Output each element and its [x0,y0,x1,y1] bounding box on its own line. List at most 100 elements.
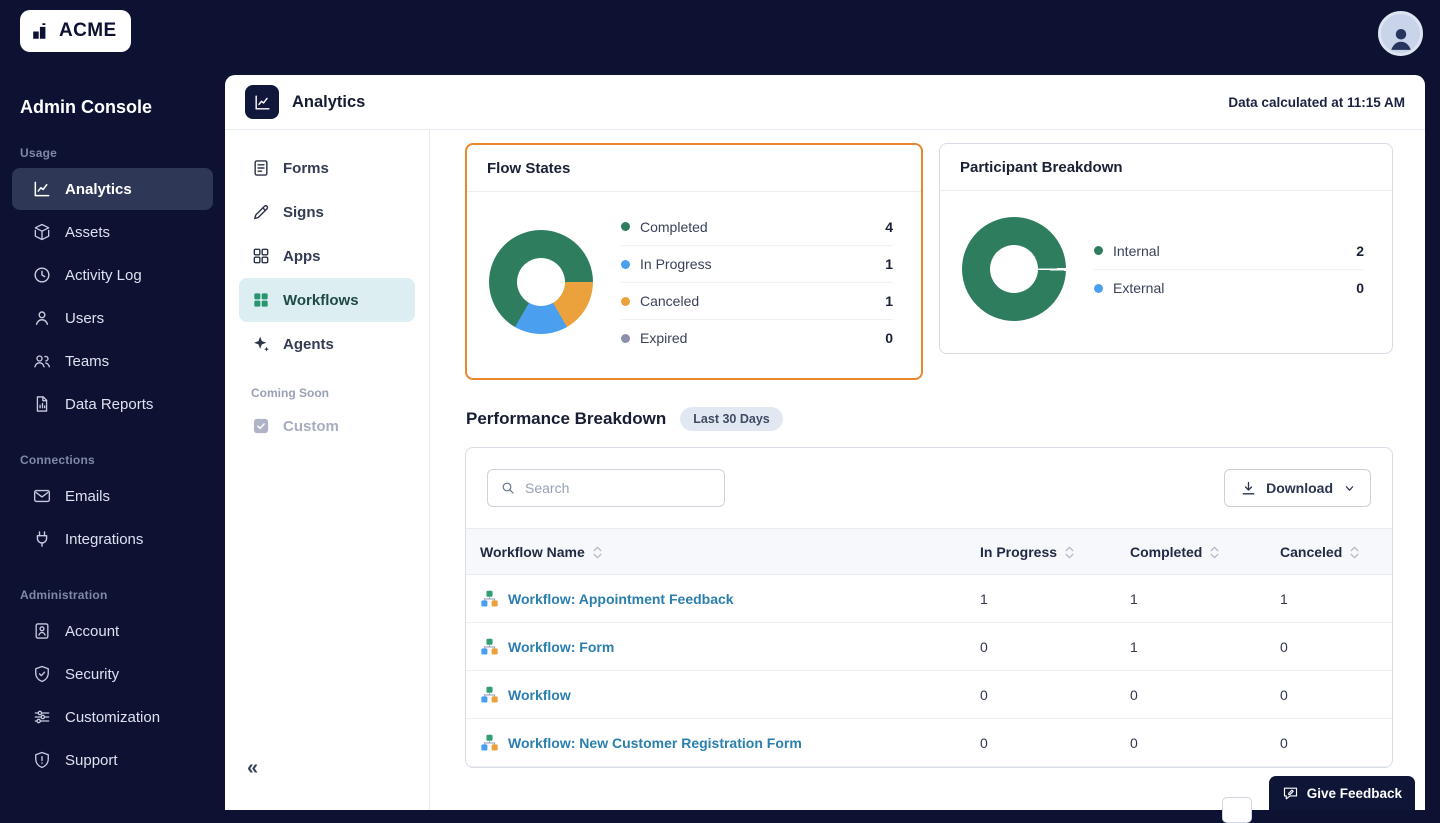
sort-icon[interactable] [1208,545,1221,560]
sidebar-item-security[interactable]: Security [12,653,213,695]
flow-states-donut-chart [489,230,593,334]
workflow-link[interactable]: Workflow: New Customer Registration Form [508,735,802,751]
cell-canceled: 1 [1280,575,1392,623]
download-button[interactable]: Download [1224,469,1371,507]
legend-value: 2 [1356,243,1364,259]
workflow-icon [480,733,499,752]
sidebar-item-label: Activity Log [65,267,142,284]
sidebar-item-data-reports[interactable]: Data Reports [12,383,213,425]
sort-icon[interactable] [1348,545,1361,560]
column-label: Workflow Name [480,544,585,560]
legend-row-completed: Completed 4 [621,208,893,245]
sidebar-item-label: Account [65,623,119,640]
subnav-item-workflows[interactable]: Workflows [239,278,415,322]
workflow-icon [480,589,499,608]
integrations-icon [32,529,52,549]
analytics-icon [32,179,52,199]
subnav-item-label: Forms [283,160,329,177]
emails-icon [32,486,52,506]
legend-row-expired: Expired 0 [621,319,893,356]
col-canceled[interactable]: Canceled [1280,529,1392,575]
search-input[interactable] [525,480,712,496]
cell-completed: 1 [1130,623,1280,671]
table-header-row: Workflow Name In Progress Completed Canc… [466,529,1392,575]
sort-icon[interactable] [1063,545,1076,560]
data-reports-icon [32,394,52,414]
legend-label: Completed [640,219,708,235]
sidebar-item-teams[interactable]: Teams [12,340,213,382]
users-icon [32,308,52,328]
workflow-icon [480,637,499,656]
table-row: Workflow: Form 0 1 0 [466,623,1392,671]
flow-states-card: Flow States Completed 4 In Progress [465,143,923,380]
sort-icon[interactable] [591,545,604,560]
flow-states-title: Flow States [467,145,921,192]
table-row: Workflow: Appointment Feedback 1 1 1 [466,575,1392,623]
acme-logo[interactable]: ACME [20,10,131,52]
panel-header: Analytics Data calculated at 11:15 AM [225,75,1425,130]
sidebar-item-users[interactable]: Users [12,297,213,339]
sidebar-item-assets[interactable]: Assets [12,211,213,253]
subnav-item-forms[interactable]: Forms [239,146,415,190]
sidebar-item-label: Support [65,752,118,769]
content-area: Flow States Completed 4 In Progress [430,130,1425,810]
custom-icon [251,416,271,436]
cell-completed: 1 [1130,575,1280,623]
participant-donut-chart [962,217,1066,321]
sidebar-item-label: Analytics [65,181,132,198]
col-workflow-name[interactable]: Workflow Name [466,529,980,575]
col-in-progress[interactable]: In Progress [980,529,1130,575]
legend-dot-completed [621,222,630,231]
subnav-item-label: Signs [283,204,324,221]
page-title: Analytics [292,93,365,112]
give-feedback-button[interactable]: Give Feedback [1267,774,1417,810]
sidebar-item-label: Teams [65,353,109,370]
legend-value: 0 [885,330,893,346]
search-box[interactable] [487,469,725,507]
sidebar-item-activity-log[interactable]: Activity Log [12,254,213,296]
subnav-item-signs[interactable]: Signs [239,190,415,234]
legend-value: 1 [885,256,893,272]
account-icon [32,621,52,641]
subnav-item-label: Workflows [283,292,359,309]
sidebar-item-customization[interactable]: Customization [12,696,213,738]
search-icon [500,480,516,496]
legend-dot-expired [621,334,630,343]
apps-icon [251,246,271,266]
sidebar-item-integrations[interactable]: Integrations [12,518,213,560]
download-label: Download [1266,480,1333,496]
subnav-item-apps[interactable]: Apps [239,234,415,278]
subnav-item-agents[interactable]: Agents [239,322,415,366]
legend-row-in-progress: In Progress 1 [621,245,893,282]
participant-breakdown-card: Participant Breakdown Internal 2 Ext [939,143,1393,354]
legend-row-internal: Internal 2 [1094,232,1364,269]
signs-icon [251,202,271,222]
workflow-link[interactable]: Workflow: Form [508,639,614,655]
table-row: Workflow: New Customer Registration Form… [466,719,1392,767]
sidebar-item-support[interactable]: Support [12,739,213,781]
acme-logo-icon [30,20,52,42]
section-label-connections: Connections [20,453,225,467]
subnav-item-custom: Custom [239,404,415,448]
sidebar-item-emails[interactable]: Emails [12,475,213,517]
legend-label: Internal [1113,243,1160,259]
console-title: Admin Console [20,97,225,118]
download-icon [1240,480,1257,497]
sidebar-item-analytics[interactable]: Analytics [12,168,213,210]
column-label: In Progress [980,544,1057,560]
column-label: Completed [1130,544,1202,560]
col-completed[interactable]: Completed [1130,529,1280,575]
brand-name: ACME [59,20,117,42]
collapse-sidebar-button[interactable]: « [247,757,258,780]
workflow-link[interactable]: Workflow [508,687,571,703]
legend-value: 1 [885,293,893,309]
data-calculated-timestamp: Data calculated at 11:15 AM [1228,95,1405,110]
performance-breakdown-title: Performance Breakdown [466,409,666,429]
workflow-link[interactable]: Workflow: Appointment Feedback [508,591,734,607]
legend-label: External [1113,280,1164,296]
user-avatar-icon [1386,23,1416,53]
coming-soon-label: Coming Soon [251,386,429,400]
user-avatar[interactable] [1378,11,1423,56]
sidebar-item-account[interactable]: Account [12,610,213,652]
pagination-control-cutoff[interactable] [1222,797,1252,823]
